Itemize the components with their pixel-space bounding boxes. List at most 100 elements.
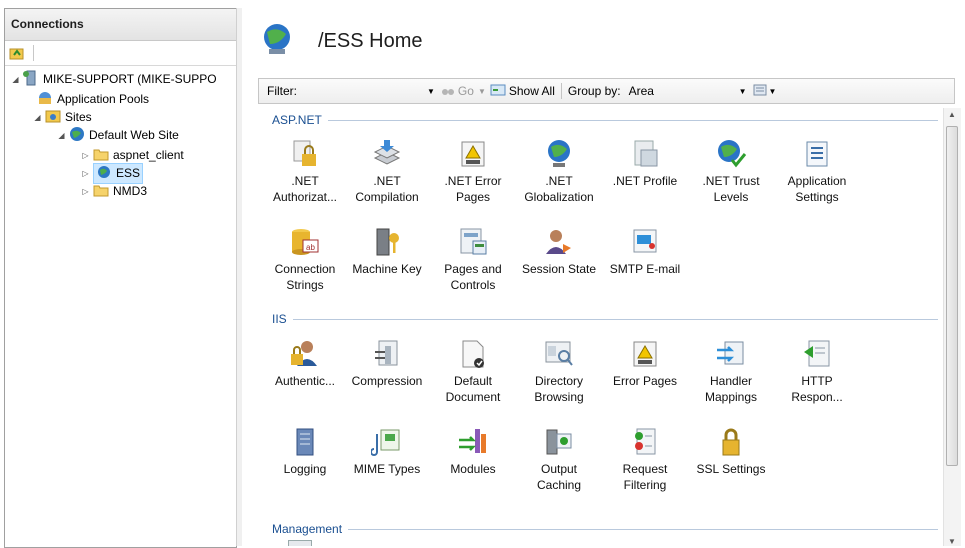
group-header-aspnet: ASP.NET <box>258 113 938 127</box>
feature-default-document[interactable]: Default Document <box>429 338 517 405</box>
filter-input[interactable] <box>297 82 427 100</box>
feature-session-state[interactable]: Session State <box>515 226 603 277</box>
feature-modules[interactable]: Modules <box>429 426 517 477</box>
folder-icon <box>93 183 109 200</box>
globe-check-icon <box>718 140 747 168</box>
collapse-arrow-icon[interactable]: ◢ <box>57 131 66 140</box>
filter-label: Filter: <box>267 84 297 98</box>
connections-header: Connections <box>5 9 236 41</box>
show-all-icon <box>490 83 506 100</box>
scroll-up-arrow-icon[interactable]: ▲ <box>948 110 956 119</box>
warning-page-icon <box>633 341 657 367</box>
feature-net-error-pages[interactable]: .NET Error Pages <box>429 138 517 205</box>
feature-machine-key[interactable]: Machine Key <box>343 226 431 277</box>
expand-arrow-icon[interactable]: ▷ <box>81 169 90 178</box>
scrollbar-thumb[interactable] <box>946 126 958 466</box>
features-list: ASP.NET .NET Authorizat... .NET Compilatio… <box>258 108 948 546</box>
collapse-arrow-icon[interactable]: ◢ <box>11 75 20 84</box>
warning-page-icon <box>461 141 485 167</box>
pages-controls-icon <box>460 228 487 255</box>
view-mode-icon[interactable] <box>753 84 767 99</box>
feature-pages-and-controls[interactable]: Pages and Controls <box>429 226 517 293</box>
tree-node-aspnet-client[interactable]: ▷ aspnet_client <box>81 146 184 164</box>
group-divider <box>272 529 938 530</box>
connections-toolbar <box>5 41 236 66</box>
tree-label: Application Pools <box>57 92 150 106</box>
group-by-select[interactable]: Area <box>629 84 739 98</box>
feature-http-response-headers[interactable]: HTTP Respon... <box>773 338 861 405</box>
group-header-management: Management <box>258 522 938 536</box>
go-button[interactable]: Go <box>441 84 474 99</box>
feature-request-filtering[interactable]: Request Filtering <box>601 426 689 493</box>
application-pools-icon <box>37 90 53 109</box>
tree-node-sites[interactable]: ◢ Sites <box>33 108 92 126</box>
feature-connection-strings[interactable]: ab Connection Strings <box>261 226 349 293</box>
up-folder-icon[interactable] <box>9 46 25 60</box>
expand-arrow-icon[interactable]: ▷ <box>81 151 90 160</box>
group-header-iis: IIS <box>258 312 938 326</box>
tree-label: MIKE-SUPPORT (MIKE-SUPPO <box>43 72 217 86</box>
tree-label: aspnet_client <box>113 148 184 162</box>
feature-mime-types[interactable]: MIME Types <box>343 426 431 477</box>
scroll-down-arrow-icon[interactable]: ▼ <box>948 537 956 546</box>
globe-icon <box>69 126 85 145</box>
group-by-label: Group by: <box>567 84 621 98</box>
handler-arrows-icon <box>717 341 744 365</box>
tree-label: Sites <box>65 110 92 124</box>
feature-ssl-settings[interactable]: SSL Settings <box>687 426 775 477</box>
group-label: IIS <box>272 312 293 326</box>
feature-application-settings[interactable]: Application Settings <box>773 138 861 205</box>
modules-icon <box>459 429 486 453</box>
tree-node-application-pools[interactable]: Application Pools <box>37 90 149 108</box>
feature-directory-browsing[interactable]: Directory Browsing <box>515 338 603 405</box>
stack-icon <box>373 140 401 165</box>
page-header: /ESS Home <box>242 8 965 72</box>
tree-node-default-web-site[interactable]: ◢ Default Web Site <box>57 126 179 144</box>
feature-compression[interactable]: Compression <box>343 338 431 389</box>
expand-arrow-icon[interactable]: ▷ <box>81 187 90 196</box>
group-divider <box>272 120 938 121</box>
feature-net-compilation[interactable]: .NET Compilation <box>343 138 431 205</box>
padlock-icon <box>722 428 740 456</box>
tree-node-ess[interactable]: ▷ ESS <box>81 162 144 184</box>
tree-label: Default Web Site <box>89 128 179 142</box>
feature-logging[interactable]: Logging <box>261 426 349 477</box>
feature-net-authorization[interactable]: .NET Authorizat... <box>261 138 349 205</box>
log-notebook-icon <box>296 428 314 456</box>
output-cache-icon <box>546 429 572 455</box>
mail-page-icon <box>633 229 657 253</box>
filter-toolbar: Filter: ▼ Go ▼ Show All Group by: Area ▼… <box>258 78 955 104</box>
feature-net-globalization[interactable]: .NET Globalization <box>515 138 603 205</box>
management-feature-icon-partial[interactable] <box>288 540 312 546</box>
collapse-arrow-icon[interactable]: ◢ <box>33 113 42 122</box>
tree-label: NMD3 <box>113 184 148 198</box>
tree-node-server[interactable]: ◢ MIKE-SUPPORT (MIKE-SUPPO <box>11 70 217 88</box>
toolbar-separator <box>560 83 562 99</box>
feature-output-caching[interactable]: Output Caching <box>515 426 603 493</box>
go-dropdown-arrow-icon[interactable]: ▼ <box>478 87 486 96</box>
feature-error-pages[interactable]: Error Pages <box>601 338 689 389</box>
globe-icon <box>548 140 570 167</box>
group-label: Management <box>272 522 349 536</box>
user-lock-icon <box>291 341 317 366</box>
filter-dropdown-arrow-icon[interactable]: ▼ <box>427 87 435 96</box>
feature-smtp-email[interactable]: SMTP E-mail <box>601 226 689 277</box>
tree-node-nmd3[interactable]: ▷ NMD3 <box>81 182 147 200</box>
feature-net-profile[interactable]: .NET Profile <box>601 138 689 189</box>
page-title: /ESS Home <box>318 30 423 52</box>
sites-folder-icon <box>45 109 61 126</box>
view-mode-dropdown-arrow-icon[interactable]: ▼ <box>769 87 777 96</box>
feature-authentication[interactable]: Authentic... <box>261 338 349 389</box>
feature-net-trust-levels[interactable]: .NET Trust Levels <box>687 138 775 205</box>
features-view: /ESS Home Filter: ▼ Go ▼ Show All Group … <box>242 8 965 546</box>
request-filter-icon <box>635 428 656 455</box>
directory-browse-icon <box>545 341 573 366</box>
show-all-button[interactable]: Show All <box>490 83 555 100</box>
vertical-scrollbar[interactable]: ▲ ▼ <box>943 108 961 546</box>
document-check-icon <box>462 340 484 368</box>
group-by-dropdown-arrow-icon[interactable]: ▼ <box>739 87 747 96</box>
toolbar-separator <box>33 45 34 61</box>
response-headers-icon <box>804 340 830 367</box>
feature-handler-mappings[interactable]: Handler Mappings <box>687 338 775 405</box>
settings-list-icon <box>806 141 828 167</box>
